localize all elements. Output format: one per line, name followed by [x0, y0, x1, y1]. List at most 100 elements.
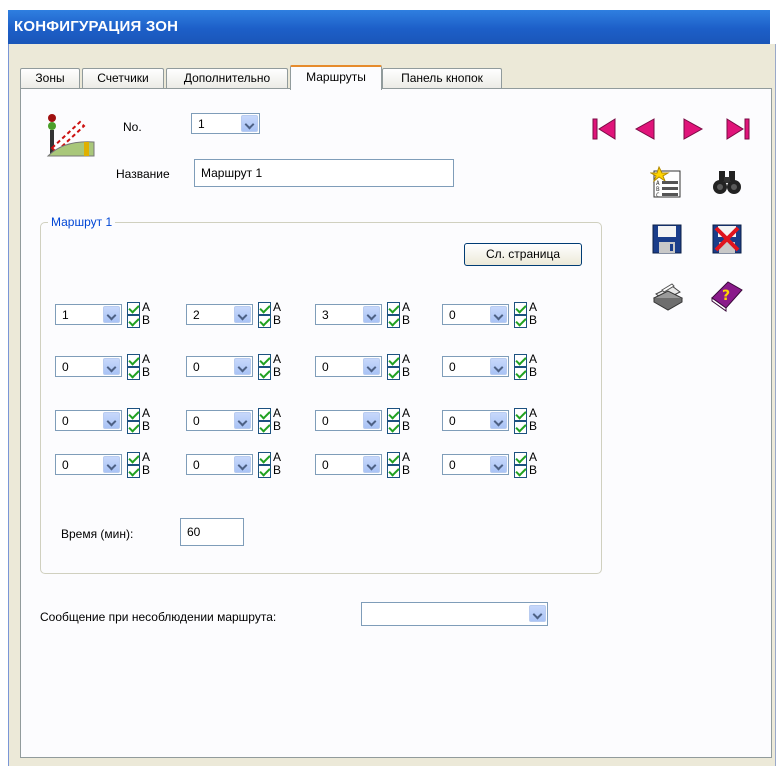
chevron-down-icon[interactable] — [234, 456, 251, 473]
tab-zones[interactable]: Зоны — [20, 68, 80, 88]
window: КОНФИГУРАЦИЯ ЗОН Зоны Счетчики Дополните… — [0, 0, 778, 771]
check-b-checkbox[interactable] — [514, 465, 527, 478]
check-a-checkbox[interactable] — [127, 452, 140, 465]
route-step-select[interactable]: 0 — [315, 410, 382, 431]
route-step-value: 0 — [322, 458, 329, 472]
tab-button-panel[interactable]: Панель кнопок — [382, 68, 502, 88]
route-step-select[interactable]: 0 — [442, 410, 509, 431]
route-step-value: 0 — [449, 458, 456, 472]
check-a-label: A — [529, 406, 538, 420]
route-step-value: 0 — [449, 308, 456, 322]
check-a-checkbox[interactable] — [258, 354, 271, 367]
check-b-checkbox[interactable] — [127, 465, 140, 478]
chevron-down-icon[interactable] — [490, 358, 507, 375]
route-step-select[interactable]: 0 — [55, 356, 122, 377]
violation-message-select[interactable] — [361, 602, 548, 626]
check-b-checkbox[interactable] — [258, 465, 271, 478]
chevron-down-icon[interactable] — [490, 306, 507, 323]
check-a-checkbox[interactable] — [514, 302, 527, 315]
check-a-checkbox[interactable] — [387, 408, 400, 421]
check-a-checkbox[interactable] — [387, 354, 400, 367]
check-a-checkbox[interactable] — [514, 452, 527, 465]
route-number-select[interactable]: 1 — [191, 113, 260, 134]
route-step-select[interactable]: 0 — [315, 454, 382, 475]
route-step-select[interactable]: 0 — [55, 410, 122, 431]
route-step-select[interactable]: 0 — [442, 356, 509, 377]
chevron-down-icon[interactable] — [490, 412, 507, 429]
chevron-down-icon[interactable] — [103, 456, 120, 473]
check-a-checkbox[interactable] — [127, 302, 140, 315]
chevron-down-icon[interactable] — [103, 412, 120, 429]
check-b-checkbox[interactable] — [258, 421, 271, 434]
chevron-down-icon[interactable] — [234, 412, 251, 429]
check-b-checkbox[interactable] — [127, 315, 140, 328]
check-a-checkbox[interactable] — [514, 408, 527, 421]
chevron-down-icon[interactable] — [234, 306, 251, 323]
check-b-checkbox[interactable] — [387, 367, 400, 380]
check-b-checkbox[interactable] — [514, 421, 527, 434]
new-record-icon[interactable]: A B C — [650, 165, 684, 199]
route-step-select[interactable]: 0 — [315, 356, 382, 377]
route-step-select[interactable]: 3 — [315, 304, 382, 325]
route-step-select[interactable]: 0 — [186, 356, 253, 377]
check-b-checkbox[interactable] — [387, 421, 400, 434]
binoculars-icon[interactable] — [710, 165, 744, 199]
check-a-checkbox[interactable] — [387, 302, 400, 315]
chevron-down-icon[interactable] — [363, 306, 380, 323]
check-a-checkbox[interactable] — [127, 408, 140, 421]
route-step-select[interactable]: 0 — [186, 454, 253, 475]
first-record-icon[interactable] — [590, 115, 618, 143]
check-b-checkbox[interactable] — [258, 367, 271, 380]
tab-routes[interactable]: Маршруты — [290, 65, 382, 90]
message-label: Сообщение при несоблюдении маршрута: — [40, 610, 277, 624]
check-a-label: A — [142, 450, 151, 464]
check-b-checkbox[interactable] — [514, 315, 527, 328]
check-a-label: A — [402, 352, 411, 366]
next-record-icon[interactable] — [680, 115, 708, 143]
chevron-down-icon[interactable] — [103, 306, 120, 323]
route-step-select[interactable]: 0 — [55, 454, 122, 475]
previous-record-icon[interactable] — [630, 115, 658, 143]
check-a-checkbox[interactable] — [387, 452, 400, 465]
check-a-checkbox[interactable] — [258, 302, 271, 315]
check-b-checkbox[interactable] — [387, 315, 400, 328]
route-name-field[interactable]: Маршрут 1 — [194, 159, 454, 187]
check-a-checkbox[interactable] — [258, 452, 271, 465]
next-page-button[interactable]: Сл. страница — [464, 243, 582, 266]
chevron-down-icon[interactable] — [363, 358, 380, 375]
chevron-down-icon[interactable] — [234, 358, 251, 375]
print-icon[interactable] — [650, 278, 684, 312]
chevron-down-icon[interactable] — [363, 456, 380, 473]
chevron-down-icon[interactable] — [241, 115, 258, 132]
route-step-select[interactable]: 1 — [55, 304, 122, 325]
chevron-down-icon[interactable] — [363, 412, 380, 429]
route-step-select[interactable]: 0 — [186, 410, 253, 431]
chevron-down-icon[interactable] — [490, 456, 507, 473]
tab-counters[interactable]: Счетчики — [82, 68, 164, 88]
route-step-select[interactable]: 2 — [186, 304, 253, 325]
tab-advanced[interactable]: Дополнительно — [166, 68, 288, 88]
save-icon[interactable] — [650, 222, 684, 256]
check-a-checkbox[interactable] — [258, 408, 271, 421]
time-label: Время (мин): — [61, 527, 134, 541]
check-b-checkbox[interactable] — [258, 315, 271, 328]
check-b-label: B — [142, 313, 151, 327]
check-b-label: B — [273, 463, 282, 477]
time-minutes-field[interactable]: 60 — [180, 518, 244, 546]
help-icon[interactable]: ? — [710, 278, 744, 312]
check-b-checkbox[interactable] — [127, 421, 140, 434]
delete-icon[interactable] — [710, 222, 744, 256]
check-a-checkbox[interactable] — [514, 354, 527, 367]
route-step-value: 1 — [62, 308, 69, 322]
chevron-down-icon[interactable] — [103, 358, 120, 375]
route-step-select[interactable]: 0 — [442, 454, 509, 475]
check-a-checkbox[interactable] — [127, 354, 140, 367]
check-b-checkbox[interactable] — [387, 465, 400, 478]
title-bar: КОНФИГУРАЦИЯ ЗОН — [8, 10, 770, 44]
check-b-checkbox[interactable] — [127, 367, 140, 380]
route-step-select[interactable]: 0 — [442, 304, 509, 325]
chevron-down-icon[interactable] — [529, 605, 546, 622]
check-b-checkbox[interactable] — [514, 367, 527, 380]
check-a-label: A — [273, 352, 282, 366]
last-record-icon[interactable] — [724, 115, 752, 143]
